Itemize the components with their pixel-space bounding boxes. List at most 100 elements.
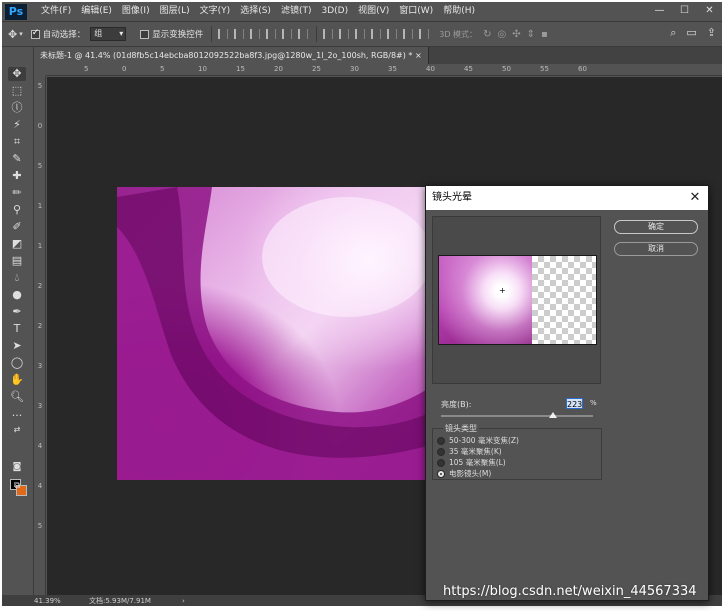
workspace-icon[interactable]: ▭	[686, 26, 696, 40]
path-select-tool-icon[interactable]: ➤	[8, 339, 26, 353]
crop-tool-icon[interactable]: ⌗	[8, 135, 26, 149]
3d-scale-icon[interactable]: ▪	[541, 29, 548, 40]
lens-option-50-300[interactable]: 50-300 毫米变焦(Z)	[437, 435, 519, 446]
document-image[interactable]	[117, 187, 431, 480]
zoom-tool-icon[interactable]: 🔍︎	[8, 390, 26, 404]
3d-orbit-icon[interactable]: ↻	[483, 29, 491, 40]
ok-button[interactable]: 确定	[614, 220, 698, 234]
document-tab[interactable]: 未标题-1 @ 41.4% (01d8fb5c14ebcba8012092522…	[34, 47, 429, 64]
search-icon[interactable]: ⌕	[670, 26, 676, 40]
document-tabs: 未标题-1 @ 41.4% (01d8fb5c14ebcba8012092522…	[34, 47, 722, 64]
ruler-tick: 25	[312, 65, 321, 73]
ruler-tick: 5	[160, 65, 165, 73]
ellipse-tool-icon[interactable]: ◯	[8, 356, 26, 370]
auto-select-dropdown[interactable]: 组	[90, 27, 127, 41]
healing-brush-tool-icon[interactable]: ✚	[8, 169, 26, 183]
ruler-horizontal: 5 0 5 10 15 20 25 30 35 40 45 50 55 60	[46, 64, 722, 76]
options-right: ⌕ ▭ ⇪	[670, 26, 716, 40]
eyedropper-tool-icon[interactable]: ✎	[8, 152, 26, 166]
radio-button[interactable]	[437, 447, 445, 456]
move-tool-icon[interactable]: ✥	[8, 67, 26, 81]
align-left-icon[interactable]	[266, 29, 277, 39]
align-bottom-icon[interactable]	[250, 29, 261, 39]
marquee-tool-icon[interactable]: ⬚	[8, 84, 26, 98]
clone-stamp-tool-icon[interactable]: ⚲	[8, 203, 26, 217]
brush-tool-icon[interactable]: ✏	[8, 186, 26, 200]
status-menu-arrow-icon[interactable]: ›	[182, 597, 185, 605]
align-top-icon[interactable]	[218, 29, 229, 39]
dodge-tool-icon[interactable]: ●	[8, 288, 26, 302]
menu-window[interactable]: 窗口(W)	[394, 2, 438, 21]
maximize-button[interactable]: ☐	[672, 2, 697, 19]
move-tool-icon[interactable]: ✥	[8, 28, 17, 41]
auto-align-icon[interactable]	[419, 29, 430, 39]
brightness-slider[interactable]	[441, 415, 593, 417]
flare-preview-image[interactable]: +	[438, 255, 597, 345]
menu-layer[interactable]: 图层(L)	[155, 2, 195, 21]
menu-type[interactable]: 文字(Y)	[195, 2, 236, 21]
close-icon[interactable]: ✕	[686, 186, 704, 210]
lens-option-movie[interactable]: 电影镜头(M)	[437, 468, 491, 479]
type-tool-icon[interactable]: T	[8, 322, 26, 336]
close-window-button[interactable]: ✕	[697, 2, 722, 19]
ruler-tick: 4	[37, 442, 43, 450]
close-tab-icon[interactable]: ×	[415, 51, 422, 60]
distribute-vcenter-icon[interactable]	[339, 29, 350, 39]
lens-option-label: 电影镜头(M)	[449, 469, 492, 478]
lens-option-105[interactable]: 105 毫米聚焦(L)	[437, 457, 506, 468]
brightness-input[interactable]: 223	[566, 398, 583, 409]
3d-roll-icon[interactable]: ◎	[497, 29, 506, 40]
brightness-slider-thumb[interactable]	[549, 412, 557, 418]
lens-option-35[interactable]: 35 毫米聚焦(K)	[437, 446, 502, 457]
distribute-bottom-icon[interactable]	[355, 29, 366, 39]
menu-file[interactable]: 文件(F)	[36, 2, 76, 21]
minimize-button[interactable]: —	[647, 2, 672, 19]
distribute-left-icon[interactable]	[371, 29, 382, 39]
watermark-text: https://blog.csdn.net/weixin_44567334	[443, 584, 697, 599]
radio-button[interactable]	[437, 458, 445, 467]
menu-edit[interactable]: 编辑(E)	[76, 2, 117, 21]
menu-help[interactable]: 帮助(H)	[438, 2, 480, 21]
ruler-tick: 20	[274, 65, 283, 73]
share-icon[interactable]: ⇪	[707, 26, 716, 40]
menu-select[interactable]: 选择(S)	[235, 2, 276, 21]
3d-slide-icon[interactable]: ⇕	[527, 29, 535, 40]
distribute-hcenter-icon[interactable]	[387, 29, 398, 39]
align-hcenter-icon[interactable]	[282, 29, 293, 39]
eraser-tool-icon[interactable]: ◩	[8, 237, 26, 251]
menu-view[interactable]: 视图(V)	[353, 2, 394, 21]
menu-filter[interactable]: 滤镜(T)	[276, 2, 317, 21]
quick-mask-icon[interactable]: ◙	[8, 460, 26, 474]
gradient-tool-icon[interactable]: ▤	[8, 254, 26, 268]
pen-tool-icon[interactable]: ✒	[8, 305, 26, 319]
distribute-right-icon[interactable]	[403, 29, 414, 39]
menu-image[interactable]: 图像(I)	[117, 2, 155, 21]
distribute-top-icon[interactable]	[323, 29, 334, 39]
ruler-tick: 10	[198, 65, 207, 73]
show-transform-label: 显示变换控件	[152, 30, 204, 40]
auto-select-checkbox[interactable]	[30, 28, 40, 39]
ruler-tick: 15	[236, 65, 245, 73]
swap-colors-icon[interactable]: ⇄	[8, 423, 26, 437]
quick-select-tool-icon[interactable]: ⚡	[8, 118, 26, 132]
auto-select-label: 自动选择：	[42, 30, 86, 40]
align-vcenter-icon[interactable]	[234, 29, 245, 39]
history-brush-tool-icon[interactable]: ✐	[8, 220, 26, 234]
hand-tool-icon[interactable]: ✋	[8, 373, 26, 387]
show-transform-checkbox[interactable]	[140, 29, 150, 39]
radio-button-selected[interactable]	[437, 469, 445, 478]
lasso-tool-icon[interactable]: ⓛ	[8, 101, 26, 115]
menu-3d[interactable]: 3D(D)	[316, 2, 353, 21]
more-tools-icon[interactable]: ···	[8, 409, 26, 423]
lens-option-label: 35 毫米聚焦(K)	[449, 447, 502, 456]
blur-tool-icon[interactable]: 💧︎	[8, 271, 26, 285]
zoom-level[interactable]: 41.39%	[34, 597, 89, 605]
screen-mode-icon[interactable]: ⧉	[8, 479, 26, 493]
align-right-icon[interactable]	[298, 29, 309, 39]
flare-center-crosshair-icon[interactable]: +	[499, 286, 506, 295]
cancel-button[interactable]: 取消	[614, 242, 698, 256]
3d-pan-icon[interactable]: ✣	[512, 29, 520, 40]
radio-button[interactable]	[437, 436, 445, 445]
chevron-down-icon[interactable]: ▾	[19, 30, 23, 38]
ruler-tick: 3	[37, 362, 43, 370]
